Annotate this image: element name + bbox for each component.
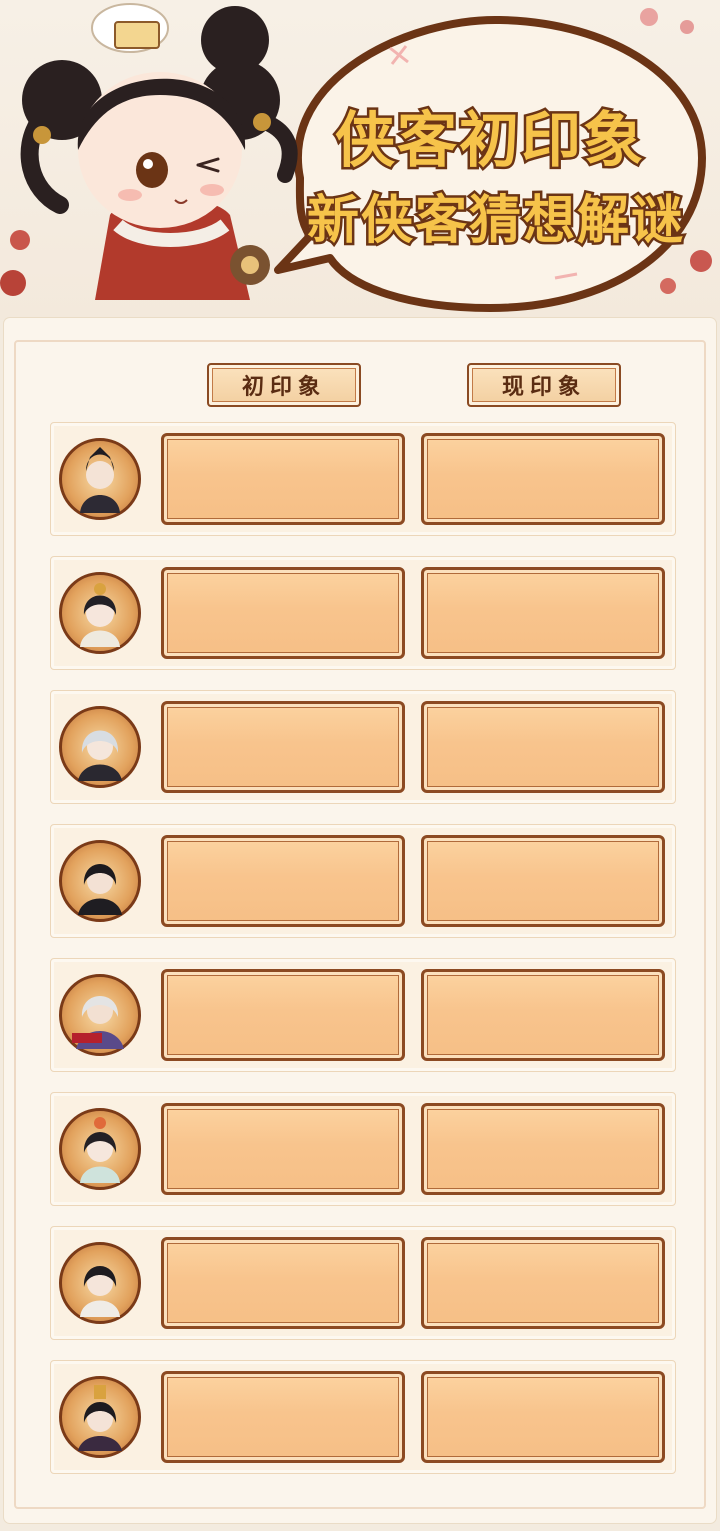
hero-avatar-icon: [59, 1242, 141, 1324]
current-impression-cell[interactable]: [421, 433, 665, 525]
hero-avatar-icon: [59, 438, 141, 520]
hero-avatar-icon: [59, 840, 141, 922]
title-line-1: 侠客初印象: [333, 104, 646, 179]
first-impression-cell[interactable]: [161, 433, 405, 525]
title-line-2: 新侠客猜想解谜: [304, 189, 685, 254]
mascot-character-icon: [20, 3, 298, 300]
first-impression-cell[interactable]: [161, 701, 405, 793]
hero-avatar-icon: [59, 572, 141, 654]
header-banner: 侠客初印象 新侠客猜想解谜: [0, 0, 720, 320]
first-impression-cell[interactable]: [161, 969, 405, 1061]
hero-row: [50, 958, 676, 1072]
first-impression-cell[interactable]: [161, 1237, 405, 1329]
current-impression-cell[interactable]: [421, 969, 665, 1061]
current-impression-cell[interactable]: [421, 567, 665, 659]
first-impression-cell[interactable]: [161, 1103, 405, 1195]
current-impression-cell[interactable]: [421, 835, 665, 927]
first-impression-cell[interactable]: [161, 567, 405, 659]
column-header-current-impression: 现印象: [467, 363, 621, 407]
current-impression-cell[interactable]: [421, 1371, 665, 1463]
first-impression-cell[interactable]: [161, 835, 405, 927]
hero-avatar-icon: [59, 1108, 141, 1190]
current-impression-cell[interactable]: [421, 1237, 665, 1329]
hero-row: [50, 556, 676, 670]
hero-row: [50, 824, 676, 938]
hero-row: [50, 422, 676, 536]
hero-row: [50, 1092, 676, 1206]
hero-row: [50, 690, 676, 804]
column-header-first-impression: 初印象: [207, 363, 361, 407]
hero-avatar-icon: [59, 1376, 141, 1458]
hero-avatar-icon: [59, 706, 141, 788]
hero-row: [50, 1226, 676, 1340]
current-impression-cell[interactable]: [421, 1103, 665, 1195]
hero-row: [50, 1360, 676, 1474]
current-impression-cell[interactable]: [421, 701, 665, 793]
hero-avatar-icon: [59, 974, 141, 1056]
first-impression-cell[interactable]: [161, 1371, 405, 1463]
